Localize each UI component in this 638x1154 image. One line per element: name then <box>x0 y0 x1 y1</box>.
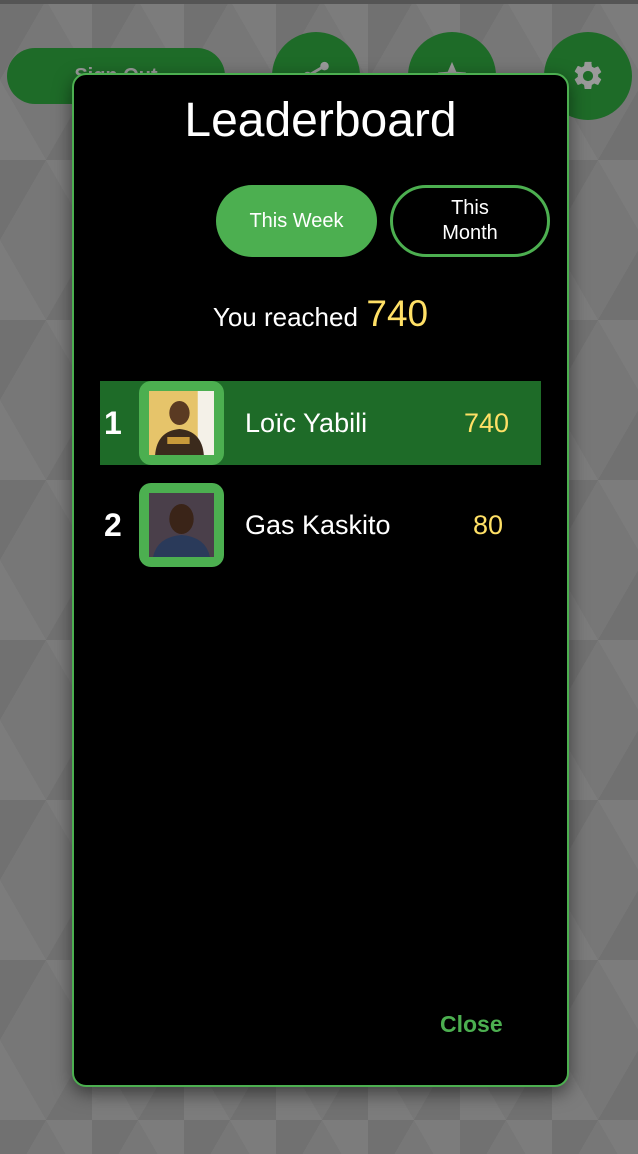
dialog-title: Leaderboard <box>184 94 457 147</box>
leaderboard-dialog: Leaderboard This Week This Month You rea… <box>72 73 569 1087</box>
leaderboard-row: 2 Gas Kaskito 80 <box>100 483 541 567</box>
avatar <box>139 483 224 567</box>
tab-this-month[interactable]: This Month <box>390 185 550 257</box>
rank-number: 2 <box>104 506 122 543</box>
reached-label: You reached <box>212 302 358 332</box>
leaderboard-row: 1 Loïc Yabili 740 <box>100 381 541 465</box>
user-avatar-image <box>149 493 214 557</box>
player-name: Gas Kaskito <box>245 509 391 540</box>
player-name: Loïc Yabili <box>245 407 368 438</box>
score-summary: You reached 740 <box>74 293 567 335</box>
reached-score: 740 <box>366 293 429 334</box>
user-avatar-image <box>149 391 214 455</box>
avatar <box>139 381 224 465</box>
tab-this-week[interactable]: This Week <box>216 185 377 257</box>
top-strip <box>0 0 638 4</box>
player-score: 80 <box>473 509 504 540</box>
player-score: 740 <box>464 407 510 438</box>
close-button[interactable]: Close <box>440 1011 503 1038</box>
gear-icon <box>574 61 602 90</box>
rank-number: 1 <box>104 404 122 441</box>
